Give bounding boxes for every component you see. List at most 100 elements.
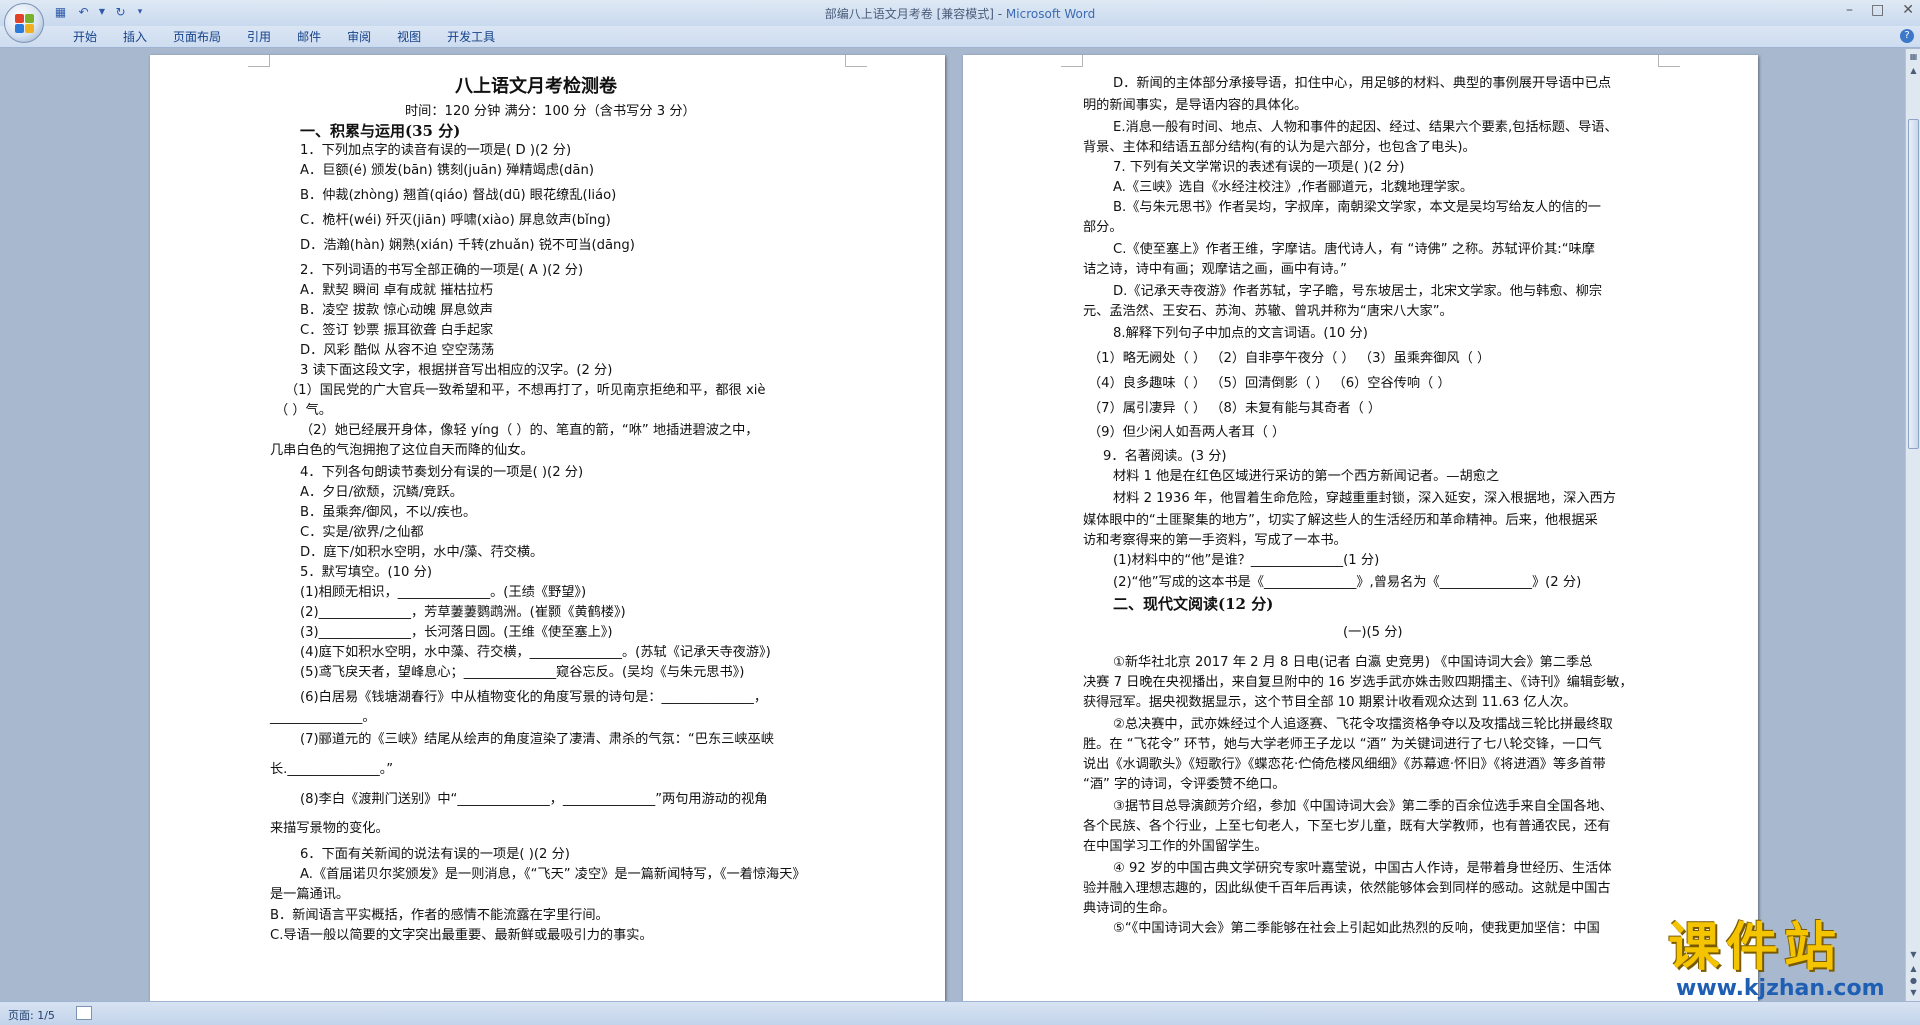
text-line: (6)白居易《钱塘湖春行》中从植物变化的角度写景的诗句是：___________…	[300, 690, 768, 705]
text-line: 胜。在 “飞花令” 环节，她与大学老师王子龙以 “酒” 为关键词进行了七八轮交锋…	[1083, 737, 1602, 752]
text-line: 1．下列加点字的读音有误的一项是( D )(2 分)	[300, 143, 572, 158]
text-line: (1)相顾无相识，______________。(王绩《野望》)	[300, 585, 587, 600]
text-line: (7)郦道元的《三峡》结尾从绘声的角度渲染了凄清、肃杀的气氛：“巴东三峡巫峡	[300, 732, 774, 747]
text-line: （9）但少闲人如吾两人者耳（ ）	[1088, 425, 1286, 440]
page-indicator[interactable]: 页面: 1/5	[8, 1007, 55, 1023]
text-line: (8)李白《渡荆门送别》中“______________，___________…	[300, 792, 768, 807]
text-line: B．新闻语言平实概括，作者的感情不能流露在字里行间。	[270, 908, 609, 923]
text-line: C.《使至塞上》作者王维，字摩诘。唐代诗人，有 “诗佛” 之称。苏轼评价其:“味…	[1113, 242, 1595, 257]
tab-home[interactable]: 开始	[60, 29, 110, 45]
title-bar: ▦ ↶ ▼ ↻ ▾ 部编八上语文月考卷 [兼容模式] - Microsoft W…	[0, 0, 1920, 26]
text-line: （1）国民党的广大官兵一致希望和平，不想再打了，听见南京拒绝和平，都很 xiè	[285, 383, 766, 398]
scroll-up-icon[interactable]: ▲	[1908, 65, 1919, 77]
text-line: 明的新闻事实，是导语内容的具体化。	[1083, 98, 1308, 113]
text-line: C．实是/欲界/之仙都	[300, 525, 424, 540]
tab-mailings[interactable]: 邮件	[284, 29, 334, 45]
ribbon-tabs: 开始 插入 页面布局 引用 邮件 审阅 视图 开发工具	[60, 29, 508, 45]
text-line: 材料 2 1936 年，他冒着生命危险，穿越重重封锁，深入延安，深入根据地，深入…	[1113, 491, 1616, 506]
text-line: D．新闻的主体部分承接导语，扣住中心，用足够的材料、典型的事例展开导语中已点	[1113, 76, 1612, 91]
text-line: D．风彩 酷似 从容不迫 空空荡荡	[300, 343, 495, 358]
text-line: 4．下列各句朗读节奏划分有误的一项是( )(2 分)	[300, 465, 584, 480]
close-icon[interactable]: ✕	[1902, 2, 1914, 18]
help-icon[interactable]: ?	[1900, 29, 1914, 43]
tab-insert[interactable]: 插入	[110, 29, 160, 45]
document-area: 八上语文月考检测卷时间：120 分钟 满分：100 分（含书写分 3 分） 一、积…	[0, 49, 1905, 1001]
text-line: （7）属引凄异（ ） （8）未复有能与其奇者（ ）	[1088, 401, 1382, 416]
minimize-icon[interactable]: –	[1846, 2, 1853, 18]
text-line: 决赛 7 日晚在央视播出，来自复旦附中的 16 岁选手武亦姝击败四期擂主、《诗刊…	[1083, 675, 1633, 690]
text-line: 材料 1 他是在红色区域进行采访的第一个西方新闻记者。—胡愈之	[1113, 469, 1500, 484]
text-line: 部分。	[1083, 220, 1123, 235]
text-line: (4)庭下如积水空明，水中藻、荇交横，______________。(苏轼《记承…	[300, 645, 771, 660]
browse-object-icon[interactable]: ●	[1908, 975, 1919, 987]
ruler-toggle-icon[interactable]: ▦	[1908, 51, 1919, 63]
tab-page-layout[interactable]: 页面布局	[160, 29, 234, 45]
text-line: A．巨额(é) 颁发(bān) 镌刻(juān) 殚精竭虑(dān)	[300, 163, 595, 178]
text-line: ③据节目总导演颜芳介绍，参加《中国诗词大会》第二季的百余位选手来自全国各地、	[1113, 799, 1613, 814]
text-line: (1)材料中的“他”是谁？______________(1 分)	[1113, 553, 1380, 568]
text-line: D.《记承天寺夜游》作者苏轼，字子瞻，号东坡居士，北宋文学家。他与韩愈、柳宗	[1113, 284, 1603, 299]
document-name: 部编八上语文月考卷 [兼容模式] -	[824, 7, 1006, 21]
text-line: 是一篇通讯。	[270, 887, 350, 902]
text-line: C．签订 钞票 振耳欲聋 白手起家	[300, 323, 494, 338]
scroll-thumb[interactable]	[1908, 119, 1919, 449]
text-line: 9．名著阅读。(3 分)	[1103, 449, 1227, 464]
watermark-title: 课件站	[1668, 917, 1843, 978]
status-bar: 页面: 1/5	[0, 1001, 1920, 1025]
text-line: A．默契 瞬间 卓有成就 摧枯拉朽	[300, 283, 494, 298]
next-page-icon[interactable]: ▼	[1908, 987, 1919, 999]
text-line: ④ 92 岁的中国古典文学研究专家叶嘉莹说，中国古人作诗，是带着身世经历、生活体	[1113, 861, 1612, 876]
document-page-1: 八上语文月考检测卷时间：120 分钟 满分：100 分（含书写分 3 分） 一、积…	[150, 55, 945, 1001]
text-line: (一)(5 分)	[1343, 625, 1403, 640]
text-line: ①新华社北京 2017 年 2 月 8 日电(记者 白瀛 史竞男) 《中国诗词大…	[1113, 655, 1593, 670]
text-line: E.消息一般有时间、地点、人物和事件的起因、经过、结果六个要素,包括标题、导语、	[1113, 120, 1618, 135]
office-button[interactable]	[4, 3, 44, 43]
text-line: 访和考察得来的第一手资料，写成了一本书。	[1083, 533, 1347, 548]
text-line: （1）略无阙处（ ） （2）自非亭午夜分（ ） （3）虽乘奔御风（ ）	[1088, 351, 1491, 366]
text-line: 八上语文月考检测卷	[455, 76, 617, 97]
crop-mark	[1061, 55, 1083, 67]
text-line: 在中国学习工作的外国留学生。	[1083, 839, 1268, 854]
text-line: （4）良多趣味（ ） （5）回清倒影（ ） （6）空谷传响（ ）	[1088, 376, 1451, 391]
tab-references[interactable]: 引用	[234, 29, 284, 45]
text-line: 二、现代文阅读(12 分)	[1113, 595, 1274, 613]
text-line: A.《三峡》选自《水经注校注》,作者郦道元，北魏地理学家。	[1113, 180, 1474, 195]
tab-view[interactable]: 视图	[384, 29, 434, 45]
text-line: 5．默写填空。(10 分)	[300, 565, 432, 580]
text-line: B．虽乘奔/御风，不以/疾也。	[300, 505, 477, 520]
text-line: ______________。	[270, 710, 376, 725]
vertical-scrollbar[interactable]: ▦ ▲ ▼ ▲ ● ▼	[1905, 49, 1920, 1001]
text-line: 获得冠军。据央视数据显示，这个节目全部 10 期累计收看观众达到 11.63 亿…	[1083, 695, 1577, 710]
text-line: B.《与朱元思书》作者吴均，字叔庠，南朝梁文学家，本文是吴均写给友人的信的一	[1113, 200, 1601, 215]
proofing-icon[interactable]	[76, 1006, 92, 1020]
text-line: （ ）气。	[275, 403, 332, 418]
text-line: 2．下列词语的书写全部正确的一项是( A )(2 分)	[300, 263, 584, 278]
document-page-2: D．新闻的主体部分承接导语，扣住中心，用足够的材料、典型的事例展开导语中已点明的…	[963, 55, 1758, 1001]
text-line: C.导语一般以简要的文字突出最重要、最新鲜或最吸引力的事实。	[270, 928, 653, 943]
text-line: D．浩瀚(hàn) 娴熟(xián) 千转(zhuǎn) 锐不可当(dāng)	[300, 238, 635, 253]
previous-page-icon[interactable]: ▲	[1908, 963, 1919, 975]
text-line: 典诗词的生命。	[1083, 901, 1176, 916]
text-line: 长.______________。”	[270, 762, 394, 777]
text-line: 元、孟浩然、王安石、苏洵、苏辙、曾巩并称为“唐宋八大家”。	[1083, 304, 1453, 319]
text-line: A．夕日/欲颓，沉鳞/竞跃。	[300, 485, 463, 500]
text-line: A.《首届诺贝尔奖颁发》是一则消息，《“飞天” 凌空》是一篇新闻特写，《一着惊海…	[300, 867, 806, 882]
crop-mark	[1658, 55, 1680, 67]
text-line: 背景、主体和结语五部分结构(有的认为是六部分，也包含了电头)。	[1083, 140, 1476, 155]
maximize-icon[interactable]: □	[1871, 2, 1884, 18]
crop-mark	[248, 55, 270, 67]
tab-developer[interactable]: 开发工具	[434, 29, 508, 45]
watermark-logo: 课件站 www.kjzhan.com	[1668, 920, 1908, 1002]
text-line: (5)鸢飞戾天者，望峰息心；______________窥谷忘反。(吴均《与朱元…	[300, 665, 745, 680]
text-line: 媒体眼中的“土匪聚集的地方”，切实了解这些人的生活经历和革命精神。后来，他根据采	[1083, 513, 1598, 528]
text-line: 几串白色的气泡拥抱了这位自天而降的仙女。	[270, 443, 534, 458]
watermark-url: www.kjzhan.com	[1676, 976, 1885, 1001]
text-line: 验并融入理想志趣的，因此纵使千百年后再读，依然能够体会到同样的感动。这就是中国古	[1083, 881, 1611, 896]
text-line: 8.解释下列句子中加点的文言词语。(10 分)	[1113, 326, 1368, 341]
text-line: 6．下面有关新闻的说法有误的一项是( )(2 分)	[300, 847, 570, 862]
text-line: 时间：120 分钟 满分：100 分（含书写分 3 分）	[405, 104, 696, 119]
text-line: ⑤“《中国诗词大会》第二季能够在社会上引起如此热烈的反响，使我更加坚信：中国	[1113, 921, 1600, 936]
tab-review[interactable]: 审阅	[334, 29, 384, 45]
scroll-down-icon[interactable]: ▼	[1908, 949, 1919, 961]
text-line: 一、积累与运用(35 分)	[300, 122, 461, 140]
